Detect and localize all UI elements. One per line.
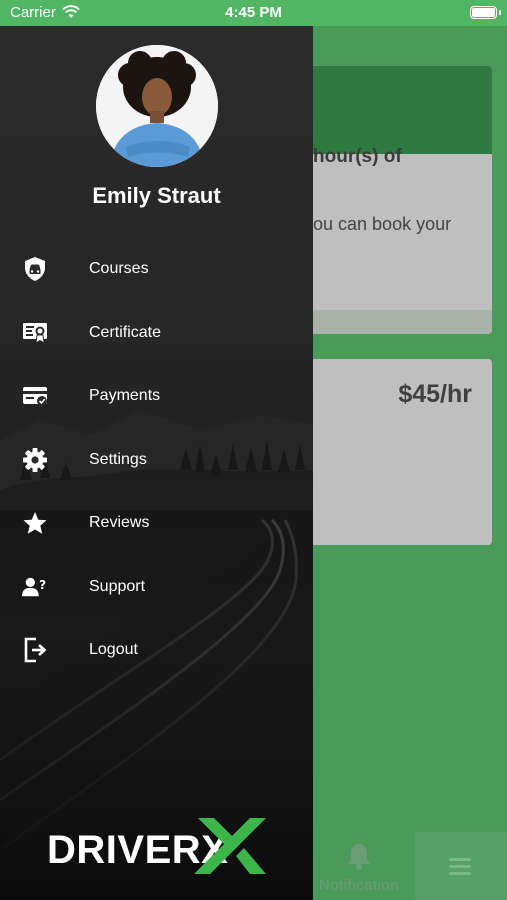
menu-item-label: Payments: [89, 387, 161, 404]
menu-item-settings[interactable]: Settings: [0, 435, 313, 485]
menu-item-label: Support: [89, 578, 146, 595]
side-drawer: Emily Straut Courses Certificate Payment…: [0, 26, 313, 900]
menu-item-reviews[interactable]: Reviews: [0, 498, 313, 548]
person-question-icon: ?: [22, 574, 48, 600]
credit-card-icon: [22, 383, 48, 409]
tab-menu[interactable]: [415, 832, 507, 900]
menu-item-courses[interactable]: Courses: [0, 244, 313, 294]
clock: 4:45 PM: [225, 4, 282, 21]
driverx-logo: DRIVERX: [47, 816, 267, 878]
menu-item-label: Settings: [89, 451, 147, 468]
tab-notification-label: Notification: [318, 877, 400, 894]
certificate-icon: [22, 320, 48, 346]
course-card-title: hour(s) of: [313, 146, 402, 167]
menu-item-label: Logout: [89, 641, 138, 658]
gear-icon: [22, 447, 48, 473]
menu-item-label: Reviews: [89, 514, 150, 531]
menu-item-logout[interactable]: Logout: [0, 625, 313, 675]
menu-item-label: Courses: [89, 260, 149, 277]
tab-notification[interactable]: Notification: [310, 842, 408, 894]
menu-item-label: Certificate: [89, 324, 162, 341]
bell-icon: [348, 844, 370, 870]
svg-text:?: ?: [39, 578, 46, 592]
logo-x-mark: [194, 818, 266, 874]
menu-item-certificate[interactable]: Certificate: [0, 308, 313, 358]
status-bar: Carrier 4:45 PM: [0, 0, 507, 26]
avatar-photo: [96, 45, 218, 167]
hourly-price: $45/hr: [398, 380, 472, 408]
menu-item-support[interactable]: ? Support: [0, 562, 313, 612]
shield-car-icon: [22, 256, 48, 282]
logout-icon: [22, 637, 48, 663]
menu-item-payments[interactable]: Payments: [0, 371, 313, 421]
star-icon: [22, 510, 48, 536]
course-card-body: ou can book your: [313, 214, 452, 234]
user-name: Emily Straut: [92, 183, 221, 208]
avatar[interactable]: [96, 45, 218, 167]
hamburger-icon: [449, 858, 471, 879]
battery-icon: [470, 6, 497, 19]
